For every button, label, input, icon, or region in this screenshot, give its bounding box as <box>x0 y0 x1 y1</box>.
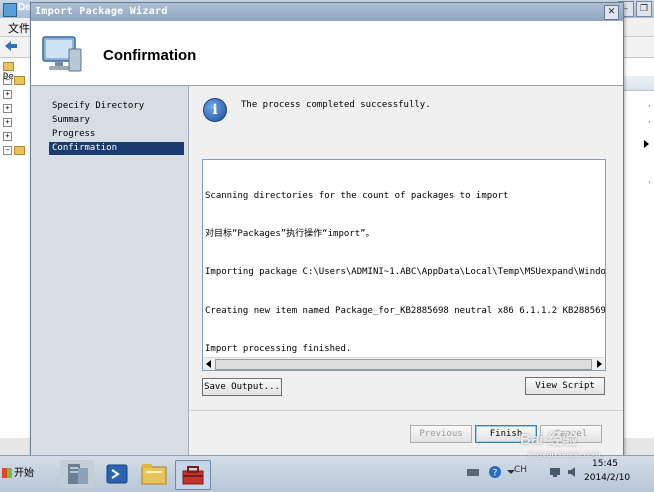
wizard-title: Import Package Wizard <box>35 6 168 17</box>
tree-node[interactable]: − <box>3 146 25 156</box>
restore-button[interactable]: ❐ <box>636 1 652 17</box>
actions-header <box>623 76 654 91</box>
wizard-steps: Specify Directory Summary Progress Confi… <box>31 86 189 456</box>
horizontal-scrollbar[interactable] <box>203 357 605 370</box>
menu-file[interactable]: 文件 <box>8 20 30 36</box>
wizard-titlebar[interactable]: Import Package Wizard ✕ <box>31 3 623 21</box>
folder-icon <box>14 146 25 155</box>
folder-icon <box>14 76 25 85</box>
help-icon[interactable]: ? <box>488 465 502 479</box>
actions-more[interactable]: · <box>648 102 651 112</box>
actions-more[interactable]: · <box>648 118 651 128</box>
expand-icon[interactable]: − <box>3 146 12 155</box>
info-icon: i <box>203 98 227 122</box>
log-line: Creating new item named Package_for_KB28… <box>205 305 606 316</box>
log-line: Importing package C:\Users\ADMINI~1.ABC\… <box>205 267 606 278</box>
output-log[interactable]: Scanning directories for the count of pa… <box>202 159 606 371</box>
start-button[interactable]: 开始 <box>2 463 40 485</box>
log-line: Scanning directories for the count of pa… <box>205 190 509 201</box>
scroll-left-icon[interactable] <box>206 360 211 368</box>
powershell-icon[interactable] <box>100 460 134 488</box>
watermark-brand: Bai 经验 <box>520 431 578 448</box>
computer-icon <box>42 36 82 72</box>
close-button[interactable]: ✕ <box>604 5 619 20</box>
background-window-title: De <box>18 2 31 13</box>
taskbar: 开始 ? CH 15:45 2014/2/10 <box>0 455 654 492</box>
explorer-folder-icon[interactable] <box>137 460 171 488</box>
scrollbar-thumb[interactable] <box>215 359 592 370</box>
tree-node[interactable]: + <box>3 90 14 100</box>
app-icon <box>3 3 17 17</box>
expand-icon[interactable]: − <box>3 76 12 85</box>
tree-node[interactable]: + <box>3 104 14 114</box>
svg-text:?: ? <box>493 469 498 479</box>
volume-icon[interactable] <box>566 465 580 479</box>
previous-button[interactable]: Previous <box>410 425 472 443</box>
actions-more[interactable]: · <box>648 178 651 188</box>
status-message: The process completed successfully. <box>241 100 431 110</box>
log-line: Import processing finished. <box>205 344 352 355</box>
scroll-right-icon[interactable] <box>597 360 602 368</box>
log-text: Scanning directories for the count of pa… <box>205 164 606 370</box>
import-package-wizard: Import Package Wizard ✕ Confirmation Spe… <box>30 2 624 457</box>
step-confirmation[interactable]: Confirmation <box>49 142 184 155</box>
windows-logo-icon <box>2 468 12 478</box>
clock-date[interactable]: 2014/2/10 <box>584 473 630 483</box>
wizard-toolbox-icon[interactable] <box>175 460 211 490</box>
view-script-button[interactable]: View Script <box>525 377 605 395</box>
expand-icon[interactable]: + <box>3 118 12 127</box>
save-output-button[interactable]: Save Output... <box>202 378 282 396</box>
tree-node[interactable]: − <box>3 76 25 86</box>
wizard-header: Confirmation <box>31 21 623 86</box>
folder-icon <box>3 62 14 71</box>
language-indicator[interactable]: CH <box>514 465 527 475</box>
server-manager-icon[interactable] <box>60 460 94 488</box>
wizard-content: i The process completed successfully. Sc… <box>189 86 623 410</box>
clock-time[interactable]: 15:45 <box>592 459 618 469</box>
log-line: 对目标“Packages”执行操作“import”。 <box>205 228 375 239</box>
tree-node[interactable]: + <box>3 132 14 142</box>
expand-icon[interactable]: + <box>3 104 12 113</box>
back-arrow-icon[interactable] <box>5 41 17 51</box>
console-tree: De − + + + + − <box>0 58 31 438</box>
submenu-arrow-icon[interactable] <box>644 140 649 148</box>
actions-pane: · · · <box>622 58 654 438</box>
step-specify-directory[interactable]: Specify Directory <box>49 100 184 113</box>
tree-node[interactable]: + <box>3 118 14 128</box>
page-title: Confirmation <box>103 47 197 64</box>
expand-icon[interactable]: + <box>3 132 12 141</box>
expand-icon[interactable]: + <box>3 90 12 99</box>
baidu-watermark: Bai 经验 jingyan.baidu.com <box>520 428 601 459</box>
network-icon[interactable] <box>548 465 562 479</box>
start-label: 开始 <box>14 468 34 479</box>
step-progress[interactable]: Progress <box>49 128 184 141</box>
step-summary[interactable]: Summary <box>49 114 184 127</box>
keyboard-icon[interactable] <box>466 465 480 479</box>
watermark-url: jingyan.baidu.com <box>528 449 601 459</box>
